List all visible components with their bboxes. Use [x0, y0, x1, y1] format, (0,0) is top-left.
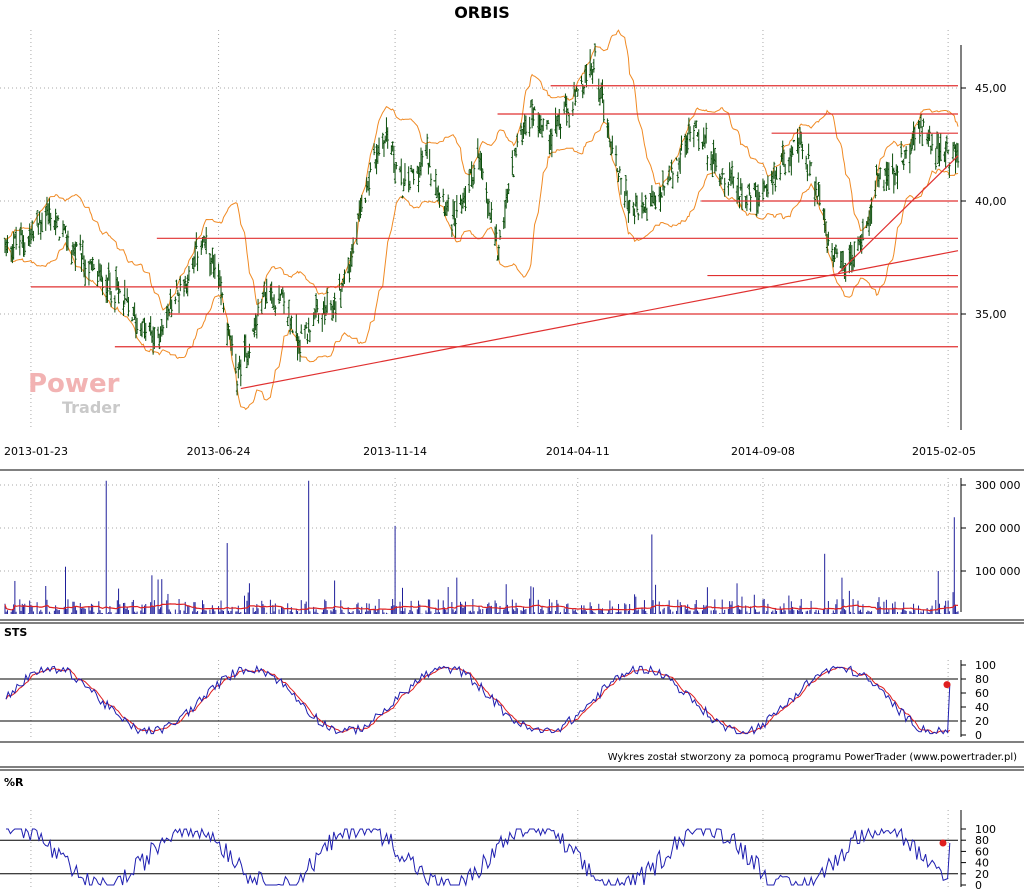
- x-tick-label: 2014-09-08: [731, 445, 795, 458]
- sts-tick-label: 20: [975, 715, 989, 728]
- bollinger-bands: [4, 29, 959, 411]
- x-tick-label: 2015-02-05: [912, 445, 976, 458]
- stock-chart: Power Trader 2013-01-23 2013-06-24 2013-11…: [0, 3, 1024, 892]
- credit-text: Wykres został stworzony za pomocą progra…: [608, 752, 1017, 763]
- powertrader-watermark: Power Trader: [28, 369, 120, 417]
- price-tick-label: 40,00: [975, 195, 1007, 208]
- wr-tick-label: 80: [975, 834, 989, 847]
- wr-tick-label: 60: [975, 845, 989, 858]
- wr-tick-label: 20: [975, 868, 989, 881]
- sts-signal-marker: [943, 681, 951, 689]
- trend-line: [837, 155, 959, 274]
- williams-r-oscillator: [0, 827, 958, 887]
- volume-tick-label: 100 000: [975, 565, 1021, 578]
- watermark-trader: Trader: [62, 398, 120, 417]
- sts-k-line: [5, 664, 951, 736]
- sts-tick-label: 60: [975, 687, 989, 700]
- volume-bars: [4, 480, 959, 614]
- sts-panel-label: STS: [4, 626, 27, 639]
- sts-tick-label: 40: [975, 701, 989, 714]
- price-tick-label: 35,00: [975, 308, 1007, 321]
- price-tick-label: 45,00: [975, 82, 1007, 95]
- support-resistance-lines: [30, 85, 959, 390]
- wr-tick-label: 0: [975, 879, 982, 892]
- volume-average: [4, 603, 959, 612]
- volume-tick-label: 300 000: [975, 479, 1021, 492]
- sts-tick-label: 100: [975, 659, 996, 672]
- x-tick-label: 2014-04-11: [546, 445, 610, 458]
- wr-signal-marker: [939, 839, 947, 847]
- x-tick-label: 2013-06-24: [187, 445, 251, 458]
- sts-d-line: [5, 666, 951, 734]
- sts-oscillator: [0, 664, 958, 736]
- x-tick-label: 2013-01-23: [4, 445, 68, 458]
- wr-tick-label: 100: [975, 823, 996, 836]
- wr-tick-label: 40: [975, 857, 989, 870]
- chart-title: ORBIS: [454, 3, 510, 22]
- volume-tick-label: 200 000: [975, 522, 1021, 535]
- sts-tick-label: 80: [975, 673, 989, 686]
- sts-tick-label: 0: [975, 729, 982, 742]
- x-tick-label: 2013-11-14: [363, 445, 427, 458]
- wr-line: [6, 827, 951, 887]
- wr-panel-label: %R: [4, 776, 24, 789]
- watermark-power: Power: [28, 369, 120, 399]
